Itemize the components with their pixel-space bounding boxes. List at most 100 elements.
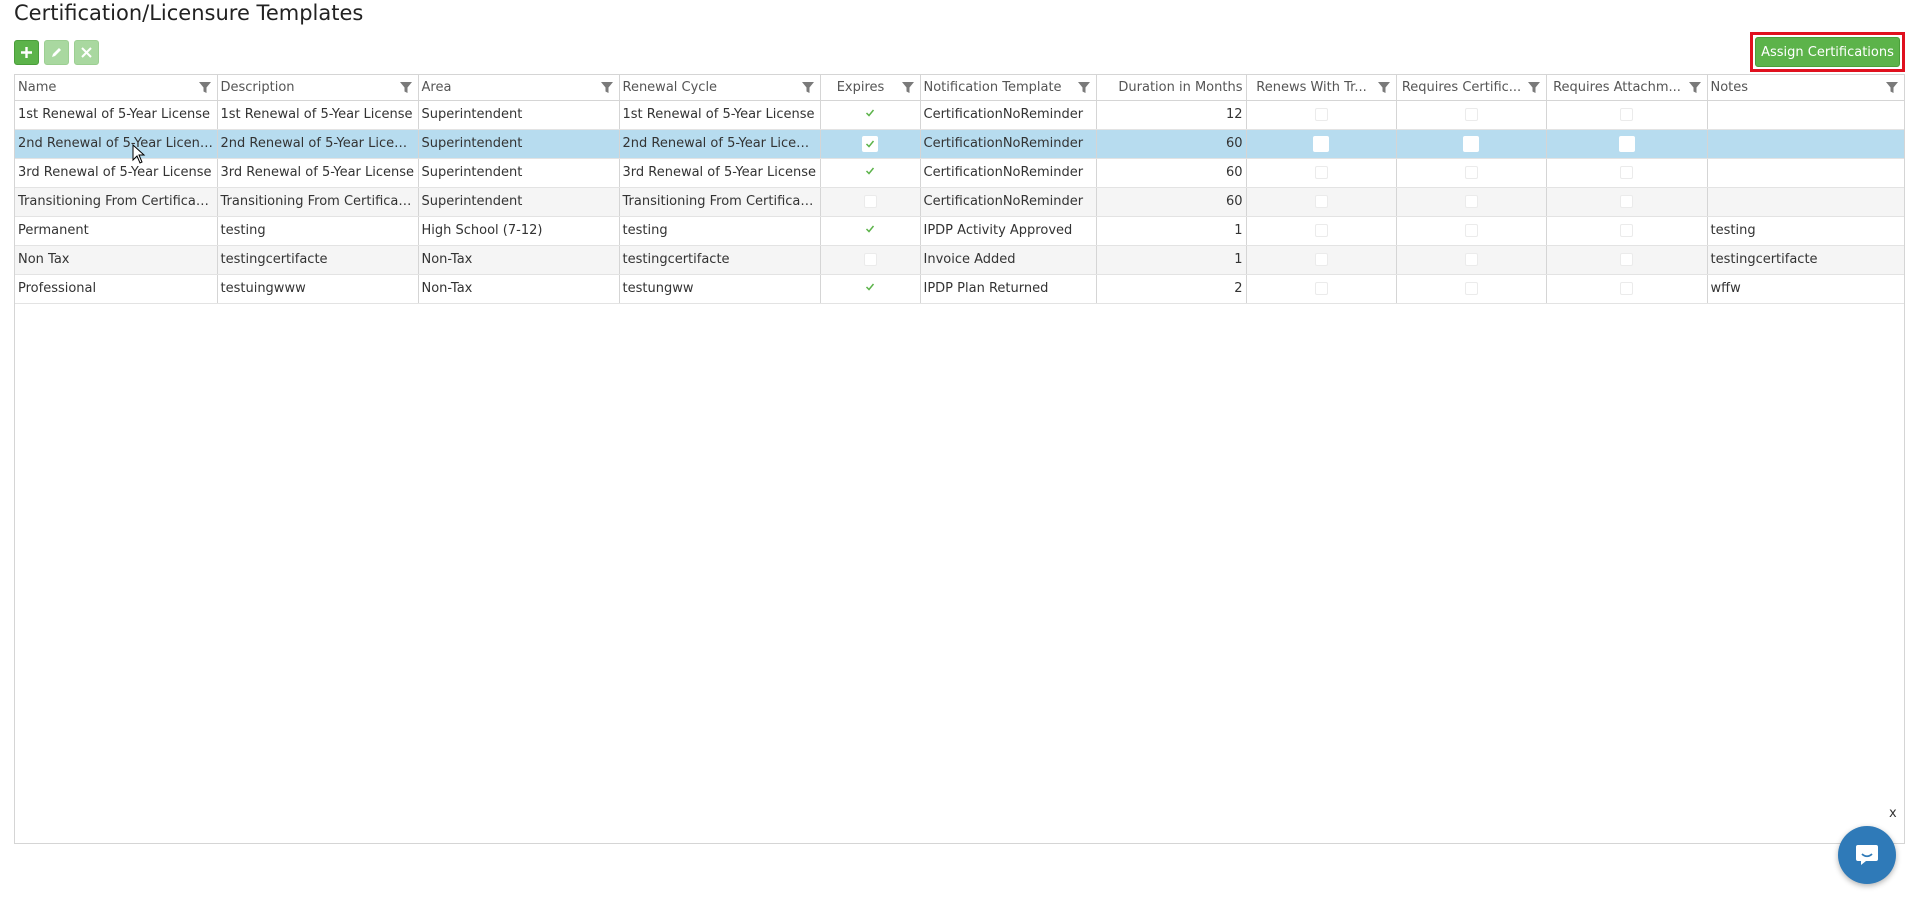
area-cell: Superintendent: [418, 187, 620, 217]
table-row[interactable]: Permanent testing High School (7-12) testin…: [15, 216, 1904, 246]
row-checkbox[interactable]: [1464, 253, 1478, 266]
column-header-name[interactable]: Name: [15, 75, 218, 101]
requires-attachment-cell: [1546, 129, 1708, 159]
assign-certifications-button[interactable]: Assign Certifications: [1755, 37, 1900, 67]
renewal-cycle-cell: testungww: [619, 274, 821, 304]
chat-close-button[interactable]: x: [1889, 806, 1897, 821]
column-header-expires[interactable]: Expires: [820, 75, 921, 101]
row-checkbox[interactable]: [1464, 224, 1478, 237]
requires-certificate-cell: [1396, 129, 1547, 159]
row-checkbox[interactable]: [1620, 166, 1633, 179]
row-checkbox[interactable]: [1620, 253, 1633, 266]
expires-cell: [820, 274, 921, 304]
row-checkbox[interactable]: [1620, 282, 1633, 295]
duration-cell: 12: [1096, 100, 1247, 130]
renews-with-transcript-cell: [1246, 158, 1397, 188]
row-checkbox[interactable]: [1618, 135, 1635, 152]
chat-icon: [1856, 845, 1878, 865]
name-cell: Professional: [15, 274, 218, 304]
filter-icon[interactable]: [1885, 80, 1899, 94]
area-cell: Non-Tax: [418, 245, 620, 275]
expires-checkbox[interactable]: [863, 253, 877, 266]
delete-button[interactable]: [74, 40, 99, 65]
table-row[interactable]: 2nd Renewal of 5-Year License 2nd Renewal…: [15, 129, 1904, 159]
edit-button[interactable]: [44, 40, 69, 65]
column-header-renewal-cycle[interactable]: Renewal Cycle: [619, 75, 821, 101]
row-checkbox[interactable]: [1463, 135, 1479, 152]
checkmark-icon[interactable]: [862, 135, 878, 152]
filter-icon[interactable]: [600, 80, 614, 94]
requires-certificate-cell: [1396, 274, 1547, 304]
expires-cell: [820, 158, 921, 188]
filter-icon[interactable]: [198, 80, 212, 94]
row-checkbox[interactable]: [1314, 166, 1328, 179]
row-checkbox[interactable]: [1620, 224, 1633, 237]
renews-with-transcript-cell: [1246, 274, 1397, 304]
checkmark-icon: [865, 109, 875, 117]
filter-icon[interactable]: [399, 80, 413, 94]
column-header-duration[interactable]: Duration in Months: [1096, 75, 1247, 101]
table-row[interactable]: 3rd Renewal of 5-Year License 3rd Renewal…: [15, 158, 1904, 188]
table-row[interactable]: Professional testuingwww Non-Tax testungww I…: [15, 274, 1904, 304]
column-header-notes[interactable]: Notes: [1707, 75, 1904, 101]
row-checkbox[interactable]: [1314, 253, 1328, 266]
notification-template-cell: Invoice Added: [920, 245, 1097, 275]
row-checkbox[interactable]: [1314, 282, 1328, 295]
requires-attachment-cell: [1546, 158, 1708, 188]
column-header-requires-attachment[interactable]: Requires Attachm...: [1546, 75, 1708, 101]
chat-launcher-button[interactable]: [1838, 826, 1896, 884]
requires-attachment-cell: [1546, 100, 1708, 130]
renews-with-transcript-cell: [1246, 187, 1397, 217]
requires-certificate-cell: [1396, 216, 1547, 246]
notes-cell: [1707, 129, 1904, 159]
plus-icon: [21, 47, 32, 58]
name-cell: 2nd Renewal of 5-Year License: [15, 129, 218, 159]
renewal-cycle-cell: 2nd Renewal of 5-Year License: [619, 129, 821, 159]
renews-with-transcript-cell: [1246, 100, 1397, 130]
description-cell: 3rd Renewal of 5-Year License: [217, 158, 419, 188]
column-header-description[interactable]: Description: [217, 75, 419, 101]
description-cell: testingcertifacte: [217, 245, 419, 275]
table-row[interactable]: 1st Renewal of 5-Year License 1st Renewal…: [15, 100, 1904, 130]
row-checkbox[interactable]: [1620, 108, 1633, 121]
renews-with-transcript-cell: [1246, 216, 1397, 246]
row-checkbox[interactable]: [1314, 108, 1328, 121]
row-checkbox[interactable]: [1464, 166, 1478, 179]
pencil-icon: [52, 48, 61, 57]
add-button[interactable]: [14, 40, 39, 65]
column-header-requires-certificate[interactable]: Requires Certific...: [1396, 75, 1547, 101]
filter-icon[interactable]: [1377, 80, 1391, 94]
filter-icon[interactable]: [1688, 80, 1702, 94]
row-checkbox[interactable]: [1464, 108, 1478, 121]
requires-attachment-cell: [1546, 274, 1708, 304]
description-cell: 1st Renewal of 5-Year License: [217, 100, 419, 130]
row-checkbox[interactable]: [1620, 195, 1633, 208]
renewal-cycle-cell: Transitioning From Certificate...: [619, 187, 821, 217]
filter-icon[interactable]: [801, 80, 815, 94]
column-header-notification-template[interactable]: Notification Template: [920, 75, 1097, 101]
table-row[interactable]: Non Tax testingcertifacte Non-Tax testingce…: [15, 245, 1904, 275]
duration-cell: 1: [1096, 245, 1247, 275]
row-checkbox[interactable]: [1464, 195, 1478, 208]
name-cell: 1st Renewal of 5-Year License: [15, 100, 218, 130]
expires-cell: [820, 187, 921, 217]
filter-icon[interactable]: [901, 80, 915, 94]
filter-icon[interactable]: [1527, 80, 1541, 94]
row-checkbox[interactable]: [1464, 282, 1478, 295]
column-header-area[interactable]: Area: [418, 75, 620, 101]
duration-cell: 60: [1096, 187, 1247, 217]
requires-attachment-cell: [1546, 245, 1708, 275]
expires-checkbox[interactable]: [863, 195, 877, 208]
area-cell: High School (7-12): [418, 216, 620, 246]
row-checkbox[interactable]: [1314, 195, 1328, 208]
area-cell: Non-Tax: [418, 274, 620, 304]
table-row[interactable]: Transitioning From Certificate ... Transi…: [15, 187, 1904, 217]
row-checkbox[interactable]: [1314, 224, 1328, 237]
column-header-renews-with-transcript[interactable]: Renews With Tr...: [1246, 75, 1397, 101]
filter-icon[interactable]: [1077, 80, 1091, 94]
duration-cell: 60: [1096, 129, 1247, 159]
row-checkbox[interactable]: [1313, 135, 1329, 152]
renewal-cycle-cell: 1st Renewal of 5-Year License: [619, 100, 821, 130]
renewal-cycle-cell: testing: [619, 216, 821, 246]
requires-certificate-cell: [1396, 187, 1547, 217]
